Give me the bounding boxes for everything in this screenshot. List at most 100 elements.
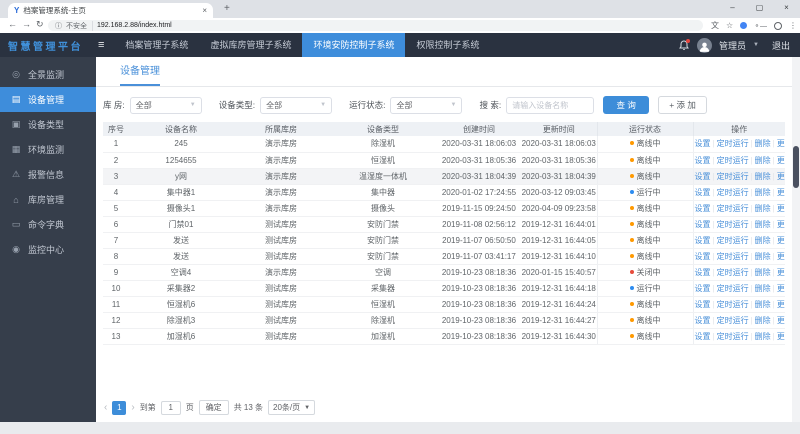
browser-tab[interactable]: Y 档案管理系统-主页 × bbox=[8, 3, 213, 18]
action-delete-link[interactable]: 删除 bbox=[755, 172, 771, 181]
action-delete-link[interactable]: 删除 bbox=[755, 204, 771, 213]
tab-device-management[interactable]: 设备管理 bbox=[120, 57, 160, 86]
topnav-item[interactable]: 环境安防控制子系统 bbox=[302, 33, 406, 57]
query-button[interactable]: 查 询 bbox=[603, 96, 650, 114]
action-schedule-run-link[interactable]: 定时运行 bbox=[717, 236, 749, 245]
action-more-link[interactable]: 更多 bbox=[777, 252, 785, 261]
confirm-button[interactable]: 确定 bbox=[198, 400, 229, 415]
logout-link[interactable]: 退出 bbox=[772, 39, 790, 52]
topnav-item[interactable]: 档案管理子系统 bbox=[114, 33, 199, 57]
action-more-link[interactable]: 更多 bbox=[777, 300, 785, 309]
chevron-down-icon[interactable]: ▼ bbox=[753, 42, 759, 48]
sidebar-item[interactable]: ◉ 监控中心 bbox=[0, 237, 96, 262]
action-schedule-run-link[interactable]: 定时运行 bbox=[717, 139, 749, 148]
add-device-button[interactable]: + 添 加 bbox=[658, 96, 707, 114]
browser-menu-icon[interactable]: ⋮ bbox=[789, 21, 797, 30]
action-schedule-run-link[interactable]: 定时运行 bbox=[717, 172, 749, 181]
new-tab-button[interactable]: + bbox=[224, 3, 230, 14]
scrollbar-track[interactable] bbox=[792, 57, 800, 422]
goto-page-input[interactable] bbox=[160, 400, 181, 415]
action-more-link[interactable]: 更多 bbox=[777, 268, 785, 277]
tab-close-icon[interactable]: × bbox=[202, 6, 207, 15]
sidebar-item[interactable]: ▭ 命令字典 bbox=[0, 212, 96, 237]
action-schedule-run-link[interactable]: 定时运行 bbox=[717, 300, 749, 309]
action-schedule-run-link[interactable]: 定时运行 bbox=[717, 188, 749, 197]
extension-icon[interactable] bbox=[740, 22, 748, 29]
action-schedule-run-link[interactable]: 定时运行 bbox=[717, 204, 749, 213]
url-field[interactable]: ⓘ 不安全 192.168.2.88/index.html bbox=[48, 20, 703, 31]
hamburger-icon[interactable]: ≡ bbox=[98, 39, 104, 51]
action-delete-link[interactable]: 删除 bbox=[755, 332, 771, 341]
page-size-select[interactable]: 20条/页 ▼ bbox=[268, 400, 316, 415]
translate-icon[interactable]: 文 bbox=[711, 20, 719, 31]
page-number-active[interactable]: 1 bbox=[112, 400, 127, 415]
action-more-link[interactable]: 更多 bbox=[777, 220, 785, 229]
action-delete-link[interactable]: 删除 bbox=[755, 252, 771, 261]
action-more-link[interactable]: 更多 bbox=[777, 332, 785, 341]
action-more-link[interactable]: 更多 bbox=[777, 284, 785, 293]
window-minimize-button[interactable]: – bbox=[719, 0, 746, 17]
bookmark-star-icon[interactable]: ☆ bbox=[726, 21, 733, 30]
sidebar-item[interactable]: ▤ 设备管理 bbox=[0, 87, 96, 112]
action-settings-link[interactable]: 设置 bbox=[695, 268, 711, 277]
action-schedule-run-link[interactable]: 定时运行 bbox=[717, 284, 749, 293]
action-delete-link[interactable]: 删除 bbox=[755, 268, 771, 277]
action-settings-link[interactable]: 设置 bbox=[695, 188, 711, 197]
sidebar-item[interactable]: ▣ 设备类型 bbox=[0, 112, 96, 137]
action-schedule-run-link[interactable]: 定时运行 bbox=[717, 316, 749, 325]
sidebar-item[interactable]: ⌂ 库房管理 bbox=[0, 187, 96, 212]
action-more-link[interactable]: 更多 bbox=[777, 172, 785, 181]
window-maximize-button[interactable]: ▢ bbox=[746, 0, 773, 17]
action-schedule-run-link[interactable]: 定时运行 bbox=[717, 220, 749, 229]
action-delete-link[interactable]: 删除 bbox=[755, 188, 771, 197]
action-more-link[interactable]: 更多 bbox=[777, 316, 785, 325]
action-schedule-run-link[interactable]: 定时运行 bbox=[717, 268, 749, 277]
action-settings-link[interactable]: 设置 bbox=[695, 236, 711, 245]
action-settings-link[interactable]: 设置 bbox=[695, 316, 711, 325]
action-schedule-run-link[interactable]: 定时运行 bbox=[717, 156, 749, 165]
action-delete-link[interactable]: 删除 bbox=[755, 236, 771, 245]
action-settings-link[interactable]: 设置 bbox=[695, 332, 711, 341]
action-settings-link[interactable]: 设置 bbox=[695, 220, 711, 229]
action-settings-link[interactable]: 设置 bbox=[695, 139, 711, 148]
back-icon[interactable]: ← bbox=[8, 19, 17, 29]
topnav-item[interactable]: 虚拟库房管理子系统 bbox=[199, 33, 302, 57]
user-name[interactable]: 管理员 bbox=[719, 39, 746, 52]
action-more-link[interactable]: 更多 bbox=[777, 156, 785, 165]
action-more-link[interactable]: 更多 bbox=[777, 188, 785, 197]
info-icon[interactable]: ⓘ bbox=[55, 21, 62, 31]
action-settings-link[interactable]: 设置 bbox=[695, 300, 711, 309]
scrollbar-thumb[interactable] bbox=[793, 146, 799, 188]
profile-icon[interactable] bbox=[774, 21, 782, 30]
sidebar-item[interactable]: ◎ 全景监测 bbox=[0, 62, 96, 87]
sidebar-item[interactable]: ▦ 环境监测 bbox=[0, 137, 96, 162]
type-filter-select[interactable]: 全部 ▼ bbox=[260, 96, 333, 114]
action-delete-link[interactable]: 删除 bbox=[755, 156, 771, 165]
next-page-icon[interactable]: › bbox=[131, 402, 134, 413]
action-more-link[interactable]: 更多 bbox=[777, 139, 785, 148]
action-delete-link[interactable]: 删除 bbox=[755, 316, 771, 325]
action-schedule-run-link[interactable]: 定时运行 bbox=[717, 332, 749, 341]
reload-icon[interactable]: ↻ bbox=[36, 19, 44, 30]
action-more-link[interactable]: 更多 bbox=[777, 236, 785, 245]
forward-icon[interactable]: → bbox=[22, 19, 31, 29]
action-settings-link[interactable]: 设置 bbox=[695, 204, 711, 213]
status-filter-select[interactable]: 全部 ▼ bbox=[390, 96, 463, 114]
action-delete-link[interactable]: 删除 bbox=[755, 220, 771, 229]
avatar[interactable] bbox=[697, 37, 713, 53]
room-filter-select[interactable]: 全部 ▼ bbox=[129, 96, 202, 114]
search-input[interactable] bbox=[506, 96, 595, 114]
topnav-item[interactable]: 权限控制子系统 bbox=[405, 33, 490, 57]
action-settings-link[interactable]: 设置 bbox=[695, 252, 711, 261]
action-more-link[interactable]: 更多 bbox=[777, 204, 785, 213]
window-close-button[interactable]: × bbox=[773, 0, 800, 17]
sidebar-item[interactable]: ⚠ 报警信息 bbox=[0, 162, 96, 187]
key-icon[interactable]: ⚬— bbox=[754, 22, 767, 30]
action-delete-link[interactable]: 删除 bbox=[755, 284, 771, 293]
action-delete-link[interactable]: 删除 bbox=[755, 300, 771, 309]
prev-page-icon[interactable]: ‹ bbox=[104, 402, 107, 413]
action-delete-link[interactable]: 删除 bbox=[755, 139, 771, 148]
action-schedule-run-link[interactable]: 定时运行 bbox=[717, 252, 749, 261]
bell-icon[interactable] bbox=[678, 38, 691, 52]
action-settings-link[interactable]: 设置 bbox=[695, 156, 711, 165]
